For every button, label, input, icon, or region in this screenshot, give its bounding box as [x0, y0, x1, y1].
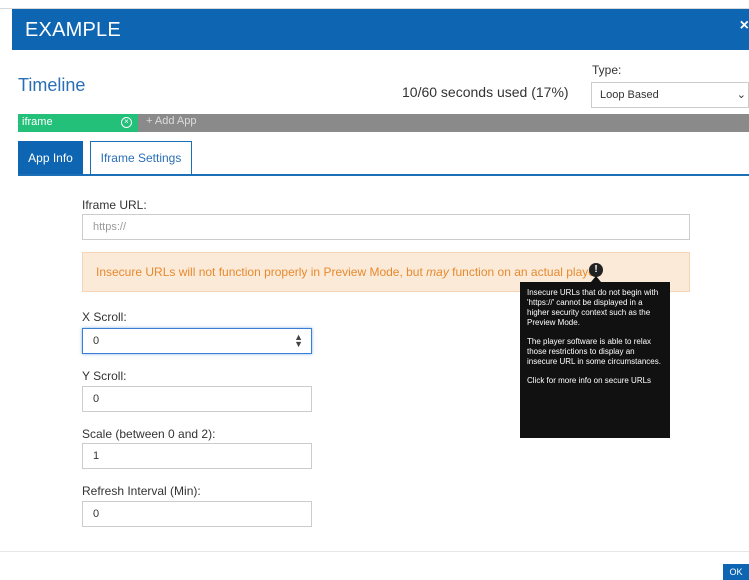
type-label: Type: — [592, 63, 622, 77]
add-app-button[interactable]: + Add App — [146, 115, 196, 127]
secure-url-tooltip[interactable]: Insecure URLs that do not begin with 'ht… — [520, 282, 670, 438]
footer-divider — [0, 551, 749, 552]
app-chip-label: iframe — [22, 116, 53, 128]
x-scroll-label: X Scroll: — [82, 310, 127, 324]
tab-underline — [18, 174, 749, 176]
tab-iframe-settings[interactable]: Iframe Settings — [90, 141, 192, 175]
scale-label: Scale (between 0 and 2): — [82, 427, 216, 441]
dialog-title: EXAMPLE — [25, 19, 121, 41]
warning-text-prefix: Insecure URLs will not function properly… — [96, 265, 427, 279]
type-select[interactable]: Loop Based ⌄ — [591, 82, 749, 108]
info-circle-icon[interactable]: ! — [589, 263, 603, 277]
stepper-arrows-icon[interactable]: ▲ ▼ — [294, 333, 303, 349]
remove-circle-icon[interactable]: × — [121, 117, 132, 128]
type-select-value: Loop Based — [600, 89, 659, 101]
y-scroll-label: Y Scroll: — [82, 369, 127, 383]
x-scroll-input[interactable]: 0 ▲ ▼ — [82, 328, 312, 354]
warning-text-suffix: function on an actual player. — [448, 265, 602, 279]
warning-text-emphasis: may — [426, 265, 449, 279]
dialog-header: EXAMPLE × — [12, 9, 749, 50]
ok-button[interactable]: OK — [723, 564, 749, 580]
close-icon[interactable]: × — [740, 17, 749, 35]
tooltip-paragraph-1: Insecure URLs that do not begin with 'ht… — [527, 288, 659, 327]
iframe-url-input[interactable]: https:// — [82, 214, 690, 240]
tooltip-paragraph-2: The player software is able to relax tho… — [527, 337, 661, 366]
timeline-heading: Timeline — [18, 75, 86, 95]
scale-input[interactable]: 1 — [82, 443, 312, 469]
refresh-interval-input[interactable]: 0 — [82, 501, 312, 527]
y-scroll-input[interactable]: 0 — [82, 386, 312, 412]
tooltip-paragraph-3: Click for more info on secure URLs — [527, 376, 652, 385]
timeline-app-chip[interactable]: iframe × — [18, 114, 138, 132]
tab-app-info[interactable]: App Info — [18, 141, 83, 175]
top-strip — [0, 0, 749, 9]
refresh-interval-label: Refresh Interval (Min): — [82, 484, 201, 498]
chevron-down-icon: ⌄ — [736, 89, 746, 101]
iframe-url-label: Iframe URL: — [82, 198, 147, 212]
x-scroll-value: 0 — [93, 335, 100, 347]
seconds-used-text: 10/60 seconds used (17%) — [402, 84, 569, 100]
